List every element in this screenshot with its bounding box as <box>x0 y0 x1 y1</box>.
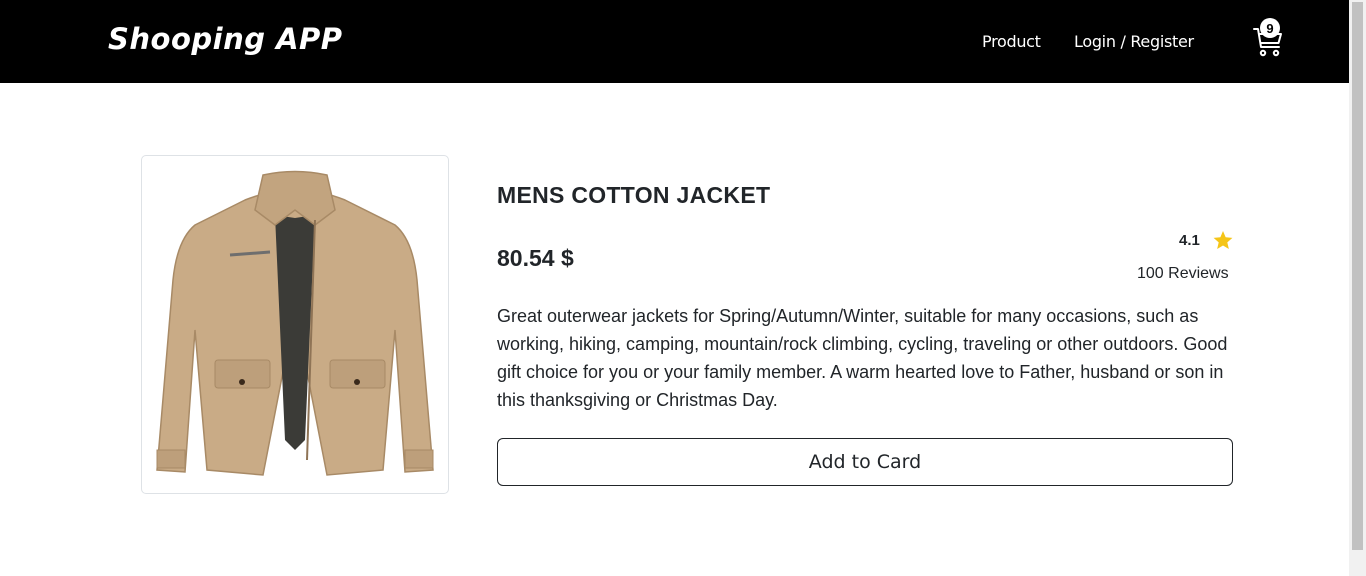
star-icon <box>1213 231 1233 250</box>
product-description: Great outerwear jackets for Spring/Autum… <box>497 306 1228 410</box>
product-price: 80.54 $ <box>497 245 574 271</box>
product-rating: 4.1 <box>1179 232 1200 249</box>
vertical-scrollbar[interactable] <box>1349 0 1366 576</box>
product-image-card <box>141 155 449 494</box>
nav-link-login-register[interactable]: Login / Register <box>1074 32 1194 51</box>
cart-count-badge: 9 <box>1260 18 1280 38</box>
add-to-cart-button[interactable]: Add to Card <box>497 438 1233 486</box>
product-review-count: 100 Reviews <box>1137 265 1229 282</box>
product-image <box>156 170 434 476</box>
nav-link-product[interactable]: Product <box>982 32 1041 51</box>
navbar: Shooping APP Product Login / Register 9 <box>0 0 1349 83</box>
product-title: MENS COTTON JACKET <box>497 182 771 208</box>
scrollbar-thumb[interactable] <box>1352 2 1363 550</box>
cart-button[interactable]: 9 <box>1252 18 1288 60</box>
brand-logo[interactable]: Shooping APP <box>108 22 343 56</box>
